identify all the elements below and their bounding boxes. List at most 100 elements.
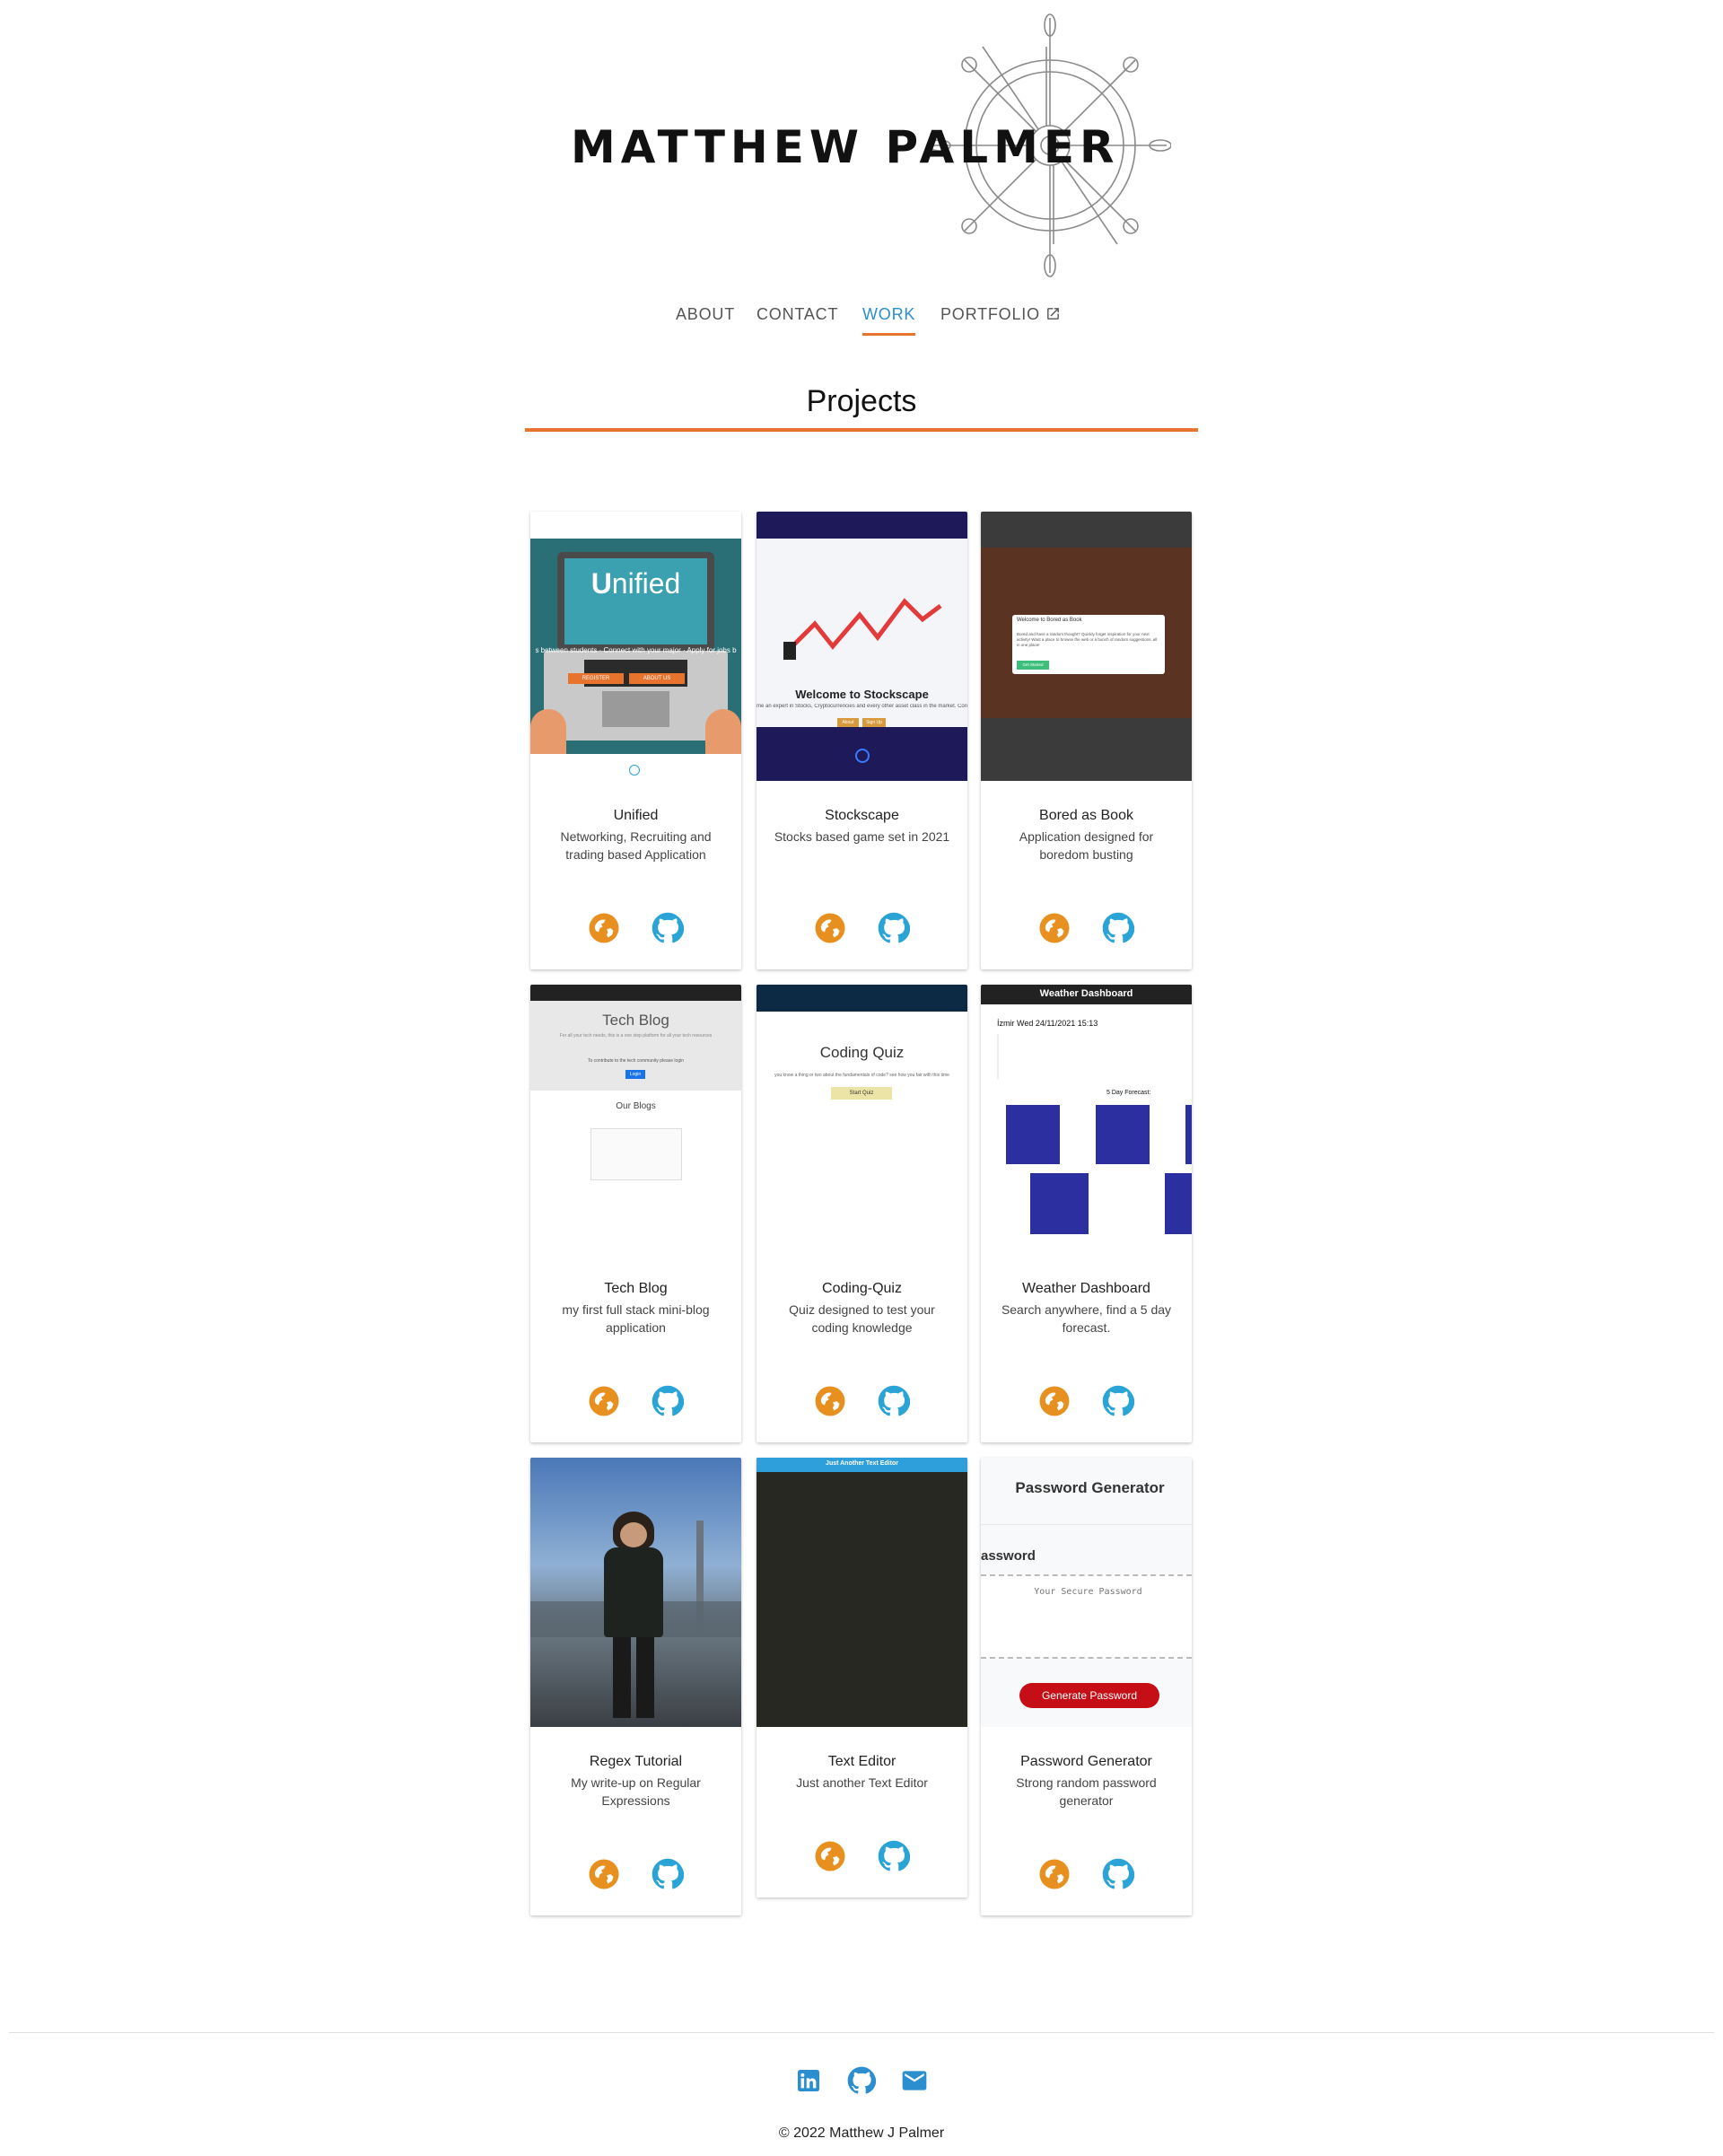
project-thumbnail[interactable]: Welcome to Bored as Book Bored and have … bbox=[981, 512, 1192, 781]
project-title: Text Editor bbox=[827, 1754, 896, 1769]
live-site-icon[interactable] bbox=[588, 912, 620, 944]
project-title: Unified bbox=[613, 808, 659, 823]
external-link-icon bbox=[1047, 308, 1059, 320]
thumb-about-button: ABOUT US bbox=[629, 673, 685, 684]
site-title: MATTHEW PALMER bbox=[571, 121, 1120, 173]
live-site-icon[interactable] bbox=[1038, 1385, 1071, 1417]
project-thumbnail[interactable]: Weather Dashboard İzmir Wed 24/11/2021 1… bbox=[981, 985, 1192, 1254]
site-header: MATTHEW PALMER bbox=[0, 0, 1723, 287]
live-site-icon[interactable] bbox=[588, 1858, 620, 1890]
project-card-text-editor: Just Another Text Editor Text Editor Jus… bbox=[757, 1458, 967, 1897]
thumb-note: To contribute to the tech community plea… bbox=[587, 1058, 684, 1064]
thumb-password-field: Your Secure Password bbox=[1034, 1587, 1142, 1597]
thumb-subheading: Our Blogs bbox=[616, 1101, 656, 1111]
thumb-subheading: 5 Day Forecast: bbox=[1106, 1090, 1151, 1096]
project-title: Stockscape bbox=[825, 808, 899, 823]
thumb-login-button: Login bbox=[625, 1070, 645, 1079]
project-description: Search anywhere, find a 5 day forecast. bbox=[1001, 1302, 1172, 1335]
main-nav: ABOUT CONTACT WORK PORTFOLIO bbox=[0, 305, 1723, 341]
thumb-tagline: you know a thing or two about the fundam… bbox=[774, 1073, 949, 1078]
project-card-weather-dashboard: Weather Dashboard İzmir Wed 24/11/2021 1… bbox=[981, 985, 1192, 1442]
github-repo-icon[interactable] bbox=[652, 1858, 684, 1890]
thumb-register-button: REGISTER bbox=[568, 673, 624, 684]
thumb-headline: Just Another Text Editor bbox=[826, 1460, 898, 1467]
github-repo-icon[interactable] bbox=[878, 1385, 910, 1417]
project-title: Regex Tutorial bbox=[589, 1754, 683, 1769]
project-description: Quiz designed to test your coding knowle… bbox=[789, 1302, 935, 1335]
github-repo-icon[interactable] bbox=[652, 1385, 684, 1417]
project-title: Bored as Book bbox=[1039, 808, 1133, 823]
thumb-headline: Tech Blog bbox=[602, 1012, 669, 1029]
project-description: Just another Text Editor bbox=[796, 1775, 928, 1790]
live-site-icon[interactable] bbox=[1038, 912, 1071, 944]
thumb-headline: Password Generator bbox=[1015, 1479, 1165, 1496]
project-description: Stocks based game set in 2021 bbox=[774, 829, 950, 844]
github-small-icon bbox=[855, 749, 870, 763]
project-thumbnail[interactable]: Unified s between students · Connect wit… bbox=[530, 512, 741, 781]
thumb-tagline: s between students · Connect with your m… bbox=[535, 646, 737, 654]
project-title: Weather Dashboard bbox=[1022, 1281, 1150, 1296]
project-description: Networking, Recruiting and trading based… bbox=[560, 829, 712, 862]
thumb-headline: Unified bbox=[590, 567, 681, 600]
project-description: my first full stack mini-blog applicatio… bbox=[562, 1302, 710, 1335]
thumb-tagline: me an expert in Stocks, Cryptocurrencies… bbox=[757, 704, 967, 709]
project-thumbnail[interactable]: Coding Quiz you know a thing or two abou… bbox=[757, 985, 967, 1254]
live-site-icon[interactable] bbox=[1038, 1858, 1071, 1890]
thumb-about-button: About bbox=[837, 718, 859, 727]
github-repo-icon[interactable] bbox=[1102, 912, 1134, 944]
thumb-headline: Weather Dashboard bbox=[1039, 988, 1133, 999]
project-description: My write-up on Regular Expressions bbox=[571, 1775, 701, 1808]
project-card-coding-quiz: Coding Quiz you know a thing or two abou… bbox=[757, 985, 967, 1442]
project-card-regex-tutorial: Regex Tutorial My write-up on Regular Ex… bbox=[530, 1458, 741, 1915]
github-small-icon bbox=[629, 765, 640, 776]
section-divider bbox=[525, 428, 1198, 432]
github-repo-icon[interactable] bbox=[1102, 1385, 1134, 1417]
project-title: Coding-Quiz bbox=[822, 1281, 902, 1296]
nav-about[interactable]: ABOUT bbox=[676, 305, 735, 333]
project-description: Strong random password generator bbox=[1016, 1775, 1157, 1808]
thumb-signup-button: Sign Up bbox=[862, 718, 886, 727]
github-icon[interactable] bbox=[847, 2066, 876, 2095]
live-site-icon[interactable] bbox=[814, 1385, 846, 1417]
linkedin-icon[interactable] bbox=[794, 2066, 823, 2095]
project-card-unified: Unified s between students · Connect wit… bbox=[530, 512, 741, 969]
nav-work[interactable]: WORK bbox=[862, 305, 916, 336]
project-card-bored-as-book: Welcome to Bored as Book Bored and have … bbox=[981, 512, 1192, 969]
project-thumbnail[interactable]: Just Another Text Editor bbox=[757, 1458, 967, 1727]
thumb-subheading: assword bbox=[981, 1548, 1036, 1564]
footer-divider bbox=[9, 2032, 1714, 2033]
thumb-start-quiz-button: Start Quiz bbox=[831, 1087, 892, 1100]
section-title: Projects bbox=[806, 384, 917, 418]
project-thumbnail[interactable]: Welcome to Stockscape me an expert in St… bbox=[757, 512, 967, 781]
stock-chart-illustration bbox=[783, 598, 942, 660]
live-site-icon[interactable] bbox=[814, 1840, 846, 1872]
project-card-stockscape: Welcome to Stockscape me an expert in St… bbox=[757, 512, 967, 969]
project-thumbnail[interactable]: Tech Blog For all your tech needs, this … bbox=[530, 985, 741, 1254]
live-site-icon[interactable] bbox=[814, 912, 846, 944]
thumb-tagline: Bored and have a random thought? Quickly… bbox=[1017, 632, 1158, 647]
github-repo-icon[interactable] bbox=[1102, 1858, 1134, 1890]
project-title: Password Generator bbox=[1020, 1754, 1152, 1769]
project-description: Application designed for boredom busting bbox=[1019, 829, 1154, 862]
live-site-icon[interactable] bbox=[588, 1385, 620, 1417]
thumb-tagline: For all your tech needs, this is a one s… bbox=[559, 1033, 713, 1039]
thumb-headline: Welcome to Stockscape bbox=[795, 688, 929, 701]
project-title: Tech Blog bbox=[604, 1281, 668, 1296]
thumb-start-button: Get Started bbox=[1017, 661, 1049, 670]
github-repo-icon[interactable] bbox=[652, 912, 684, 944]
project-thumbnail[interactable]: Password Generator assword Your Secure P… bbox=[981, 1458, 1192, 1727]
thumb-generate-button: Generate Password bbox=[1019, 1683, 1159, 1708]
email-icon[interactable] bbox=[900, 2066, 929, 2095]
project-card-tech-blog: Tech Blog For all your tech needs, this … bbox=[530, 985, 741, 1442]
nav-contact[interactable]: CONTACT bbox=[757, 305, 838, 333]
thumb-headline: Coding Quiz bbox=[819, 1044, 905, 1061]
github-repo-icon[interactable] bbox=[878, 912, 910, 944]
github-repo-icon[interactable] bbox=[878, 1840, 910, 1872]
nav-portfolio-label: PORTFOLIO bbox=[940, 305, 1040, 323]
project-card-password-generator: Password Generator assword Your Secure P… bbox=[981, 1458, 1192, 1915]
project-thumbnail[interactable] bbox=[530, 1458, 741, 1727]
copyright: © 2022 Matthew J Palmer bbox=[778, 2125, 945, 2141]
nav-portfolio[interactable]: PORTFOLIO bbox=[940, 305, 1061, 333]
thumb-city: İzmir Wed 24/11/2021 15:13 bbox=[997, 1019, 1098, 1028]
thumb-headline: Welcome to Bored as Book bbox=[1017, 618, 1082, 623]
